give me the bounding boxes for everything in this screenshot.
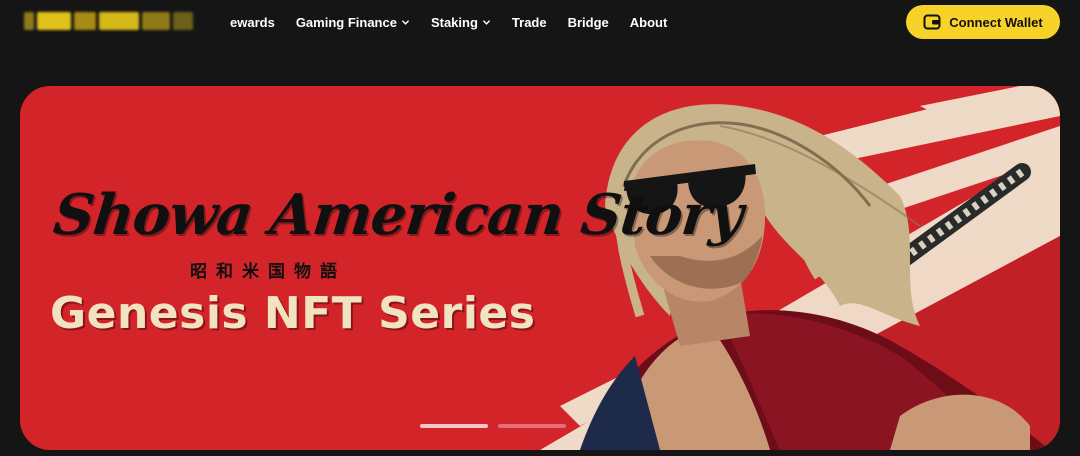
nav-label: Gaming Finance	[295, 14, 397, 30]
nav-item-gaming-finance[interactable]: Gaming Finance	[296, 15, 410, 30]
nav-item-rewards[interactable]: ewards	[230, 15, 275, 30]
nav-label: Bridge	[567, 14, 609, 30]
hero-illustration	[540, 86, 1060, 450]
nav-item-trade[interactable]: Trade	[512, 15, 547, 30]
main-nav: ewards Gaming Finance Staking Trade Brid…	[230, 0, 688, 44]
nav-label: ewards	[230, 14, 275, 30]
hero-title-script: Showa American Story	[50, 182, 746, 248]
carousel-dot-2[interactable]	[498, 424, 566, 428]
nav-item-about[interactable]: About	[630, 15, 668, 30]
connect-wallet-button[interactable]: Connect Wallet	[906, 5, 1060, 39]
hero-title-japanese: 昭和米国物語	[190, 262, 346, 282]
hero-subtitle: Genesis NFT Series	[50, 288, 536, 339]
nav-item-bridge[interactable]: Bridge	[568, 15, 609, 30]
site-logo[interactable]	[24, 8, 200, 34]
connect-wallet-label: Connect Wallet	[949, 14, 1043, 30]
chevron-down-icon	[402, 19, 409, 25]
carousel-indicators	[420, 424, 566, 428]
nav-label: Trade	[511, 14, 547, 30]
wallet-icon	[923, 14, 941, 30]
nav-label: About	[629, 14, 668, 30]
nav-label: Staking	[430, 14, 478, 30]
chevron-down-icon	[483, 19, 490, 25]
hero-banner[interactable]: Showa American Story 昭和米国物語 Genesis NFT …	[20, 86, 1060, 450]
nav-item-staking[interactable]: Staking	[431, 15, 491, 30]
carousel-dot-1[interactable]	[420, 424, 488, 428]
top-navbar: ewards Gaming Finance Staking Trade Brid…	[0, 0, 1080, 44]
